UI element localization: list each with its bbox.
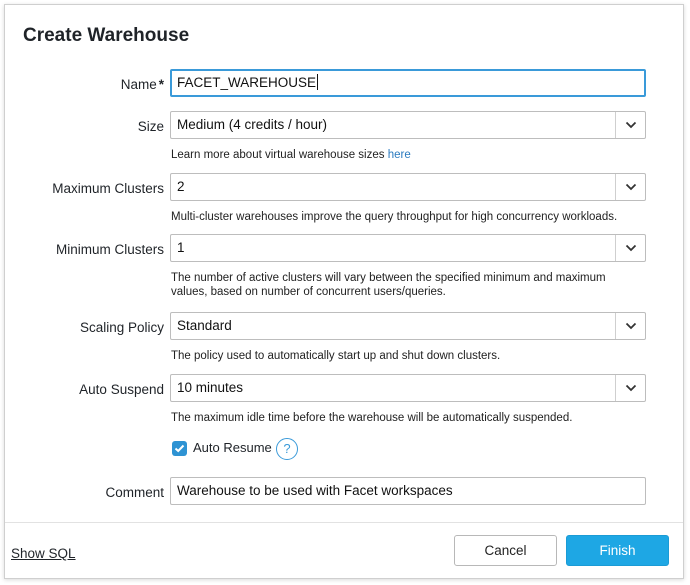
max-clusters-help: Multi-cluster warehouses improve the que… (171, 211, 618, 223)
min-clusters-value: 1 (177, 240, 185, 255)
auto-suspend-help: The maximum idle time before the warehou… (171, 412, 573, 424)
cancel-button[interactable]: Cancel (454, 535, 557, 566)
auto-suspend-value: 10 minutes (177, 380, 244, 395)
size-select-value: Medium (4 credits / hour) (177, 117, 328, 132)
question-circle-icon[interactable]: ? (276, 438, 298, 460)
required-mark: * (158, 77, 164, 92)
auto-suspend-label: Auto Suspend (79, 382, 164, 397)
size-select[interactable]: Medium (4 credits / hour) (170, 111, 646, 139)
size-help: Learn more about virtual warehouse sizes… (171, 148, 651, 162)
name-input[interactable]: FACET_WAREHOUSE (170, 69, 646, 97)
chevron-down-icon[interactable] (615, 174, 645, 200)
chevron-down-icon[interactable] (615, 235, 645, 261)
show-sql-link[interactable]: Show SQL (11, 546, 76, 561)
name-label: Name * (9, 77, 164, 92)
auto-resume-checkbox[interactable] (172, 441, 187, 456)
name-label-text: Name (120, 77, 157, 92)
size-label: Size (137, 119, 164, 134)
check-icon (174, 444, 185, 453)
size-help-text: Learn more about virtual warehouse sizes (171, 149, 388, 161)
auto-suspend-select[interactable]: 10 minutes (170, 374, 646, 402)
scaling-policy-label: Scaling Policy (79, 320, 164, 335)
chevron-down-icon[interactable] (615, 313, 645, 339)
chevron-down-icon[interactable] (615, 375, 645, 401)
scaling-policy-help: The policy used to automatically start u… (171, 350, 501, 362)
min-clusters-help-line1: The number of active clusters will vary … (171, 272, 606, 284)
text-caret (317, 74, 319, 91)
auto-resume-label[interactable]: Auto Resume (193, 440, 272, 455)
chevron-down-icon[interactable] (615, 112, 645, 138)
name-input-value: FACET_WAREHOUSE (177, 75, 317, 90)
comment-input[interactable]: Warehouse to be used with Facet workspac… (170, 477, 646, 505)
min-clusters-label: Minimum Clusters (55, 242, 164, 257)
scaling-policy-value: Standard (177, 318, 232, 333)
dialog-title: Create Warehouse (23, 25, 190, 46)
size-help-link[interactable]: here (388, 149, 411, 161)
min-clusters-select[interactable]: 1 (170, 234, 646, 262)
comment-label: Comment (105, 485, 164, 500)
finish-button[interactable]: Finish (566, 535, 669, 566)
create-warehouse-dialog: Create Warehouse Name * FACET_WAREHOUSE S… (4, 4, 684, 579)
max-clusters-label: Maximum Clusters (52, 181, 164, 196)
footer-divider (5, 522, 683, 523)
max-clusters-value: 2 (177, 179, 185, 194)
scaling-policy-select[interactable]: Standard (170, 312, 646, 340)
max-clusters-select[interactable]: 2 (170, 173, 646, 201)
comment-input-value: Warehouse to be used with Facet workspac… (177, 483, 453, 498)
min-clusters-help-line2: values, based on number of concurrent us… (171, 286, 446, 298)
